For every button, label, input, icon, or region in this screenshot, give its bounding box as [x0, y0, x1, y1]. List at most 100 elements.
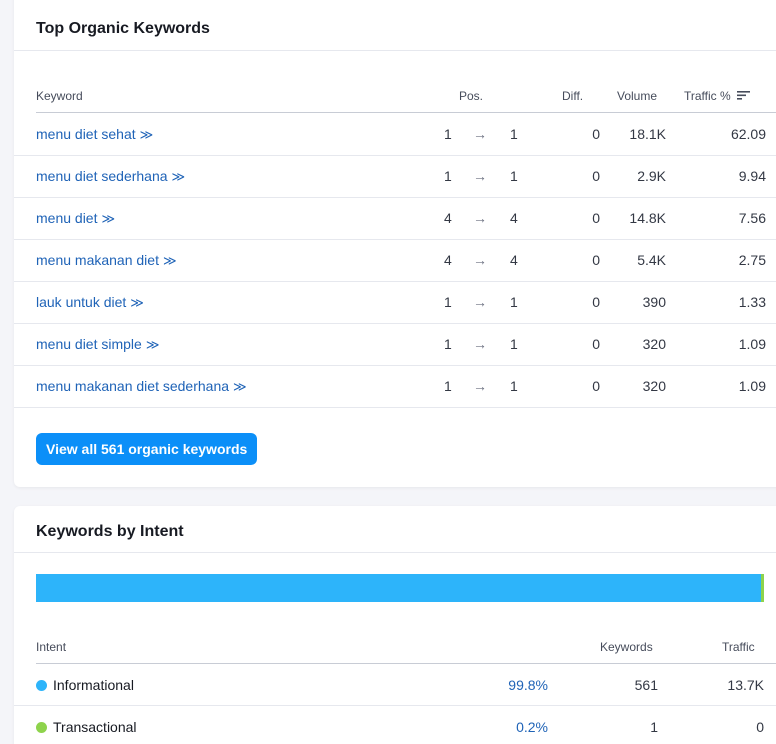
- search-volume: 14.8K: [629, 210, 666, 226]
- arrow-right-icon: →: [473, 126, 487, 142]
- column-intent-traffic: Traffic: [722, 640, 755, 654]
- keyword-link[interactable]: menu diet sehat ≫: [36, 126, 154, 143]
- column-traffic-label: Traffic %: [684, 89, 731, 103]
- position-current: 1: [510, 168, 518, 184]
- keyword-difficulty: 0: [592, 252, 600, 268]
- chevron-right-double-icon[interactable]: ≫: [163, 253, 177, 268]
- position-current: 1: [510, 336, 518, 352]
- column-traffic[interactable]: Traffic %: [684, 89, 751, 103]
- table-row: lauk untuk diet ≫ 1 → 1 0 390 1.33: [14, 282, 776, 324]
- keyword-text[interactable]: menu makanan diet sederhana: [36, 378, 229, 394]
- intent-percent[interactable]: 0.2%: [484, 719, 548, 735]
- top-organic-keywords-title: Top Organic Keywords: [36, 20, 210, 37]
- search-volume: 2.9K: [637, 168, 666, 184]
- keyword-link[interactable]: menu makanan diet ≫: [36, 252, 177, 269]
- keyword-text[interactable]: lauk untuk diet: [36, 294, 126, 310]
- keywords-by-intent-title: Keywords by Intent: [36, 523, 184, 540]
- arrow-right-icon: →: [473, 378, 487, 394]
- arrow-right-icon: →: [473, 336, 487, 352]
- intent-keywords-count: 561: [634, 677, 658, 693]
- keyword-text[interactable]: menu diet simple: [36, 336, 142, 352]
- intent-dot-icon: [36, 722, 47, 733]
- intent-traffic: 0: [756, 719, 764, 735]
- intent-label: Transactional: [53, 719, 137, 735]
- chevron-right-double-icon[interactable]: ≫: [130, 295, 144, 310]
- column-diff[interactable]: Diff.: [562, 89, 583, 103]
- arrow-right-icon: →: [473, 168, 487, 184]
- table-row: menu diet ≫ 4 → 4 0 14.8K 7.56: [14, 198, 776, 240]
- keyword-text[interactable]: menu diet: [36, 210, 97, 226]
- arrow-right-icon: →: [473, 294, 487, 310]
- keyword-link[interactable]: menu diet ≫: [36, 210, 115, 227]
- intent-distribution-bar[interactable]: [36, 574, 764, 602]
- traffic-percent: 7.56: [738, 210, 766, 226]
- traffic-percent: 1.33: [738, 294, 766, 310]
- card-divider: [14, 50, 776, 51]
- traffic-percent: 62.09: [730, 126, 766, 142]
- search-volume: 390: [642, 294, 666, 310]
- chevron-right-double-icon[interactable]: ≫: [146, 337, 160, 352]
- position-current: 1: [510, 126, 518, 142]
- chevron-right-double-icon[interactable]: ≫: [140, 127, 154, 142]
- table-row: menu diet sehat ≫ 1 → 1 0 18.1K 62.09: [14, 114, 776, 156]
- keyword-text[interactable]: menu diet sederhana: [36, 168, 168, 184]
- keyword-text[interactable]: menu diet sehat: [36, 126, 136, 142]
- position-previous: 4: [444, 210, 452, 226]
- keyword-difficulty: 0: [592, 336, 600, 352]
- keyword-text[interactable]: menu makanan diet: [36, 252, 159, 268]
- position-previous: 1: [444, 378, 452, 394]
- table-row: Transactional 0.2% 1 0: [14, 706, 776, 744]
- intent-name: Informational: [36, 677, 134, 693]
- column-intent: Intent: [36, 640, 67, 654]
- traffic-percent: 9.94: [738, 168, 766, 184]
- column-volume[interactable]: Volume: [617, 89, 657, 103]
- position-previous: 4: [444, 252, 452, 268]
- search-volume: 18.1K: [629, 126, 666, 142]
- position-previous: 1: [444, 168, 452, 184]
- card-divider: [14, 552, 776, 553]
- top-organic-keywords-card: Top Organic Keywords Keyword Pos. Diff. …: [14, 0, 776, 487]
- arrow-right-icon: →: [473, 252, 487, 268]
- search-volume: 320: [642, 378, 666, 394]
- column-keyword[interactable]: Keyword: [36, 89, 83, 103]
- search-volume: 320: [642, 336, 666, 352]
- traffic-percent: 1.09: [738, 378, 766, 394]
- keyword-difficulty: 0: [592, 126, 600, 142]
- table-row: menu makanan diet sederhana ≫ 1 → 1 0 320 1.09: [14, 366, 776, 408]
- intent-keywords-count: 1: [650, 719, 658, 735]
- column-keywords: Keywords: [600, 640, 653, 654]
- position-previous: 1: [444, 294, 452, 310]
- table-row: menu diet sederhana ≫ 1 → 1 0 2.9K 9.94: [14, 156, 776, 198]
- keyword-difficulty: 0: [592, 378, 600, 394]
- keywords-table-header: Keyword Pos. Diff. Volume Traffic %: [36, 75, 776, 113]
- intent-percent[interactable]: 99.8%: [484, 677, 548, 693]
- traffic-percent: 2.75: [738, 252, 766, 268]
- intent-name: Transactional: [36, 719, 137, 735]
- keyword-link[interactable]: menu diet sederhana ≫: [36, 168, 186, 185]
- arrow-right-icon: →: [473, 210, 487, 226]
- intent-bar-transactional-segment[interactable]: [761, 574, 764, 602]
- table-row: Informational 99.8% 561 13.7K: [14, 664, 776, 706]
- position-previous: 1: [444, 126, 452, 142]
- column-pos[interactable]: Pos.: [459, 89, 483, 103]
- intent-label: Informational: [53, 677, 134, 693]
- keyword-link[interactable]: menu diet simple ≫: [36, 336, 160, 353]
- keyword-link[interactable]: lauk untuk diet ≫: [36, 294, 144, 311]
- view-all-keywords-button[interactable]: View all 561 organic keywords: [36, 433, 258, 465]
- chevron-right-double-icon[interactable]: ≫: [101, 211, 115, 226]
- table-row: menu diet simple ≫ 1 → 1 0 320 1.09: [14, 324, 776, 366]
- keyword-difficulty: 0: [592, 168, 600, 184]
- sort-descending-icon[interactable]: [737, 90, 751, 100]
- traffic-percent: 1.09: [738, 336, 766, 352]
- position-current: 1: [510, 294, 518, 310]
- keywords-by-intent-card: Keywords by Intent Intent Keywords Traff…: [14, 506, 776, 744]
- keyword-difficulty: 0: [592, 210, 600, 226]
- search-volume: 5.4K: [637, 252, 666, 268]
- keyword-difficulty: 0: [592, 294, 600, 310]
- table-row: menu makanan diet ≫ 4 → 4 0 5.4K 2.75: [14, 240, 776, 282]
- keyword-link[interactable]: menu makanan diet sederhana ≫: [36, 378, 247, 395]
- position-previous: 1: [444, 336, 452, 352]
- chevron-right-double-icon[interactable]: ≫: [233, 379, 247, 394]
- chevron-right-double-icon[interactable]: ≫: [172, 169, 186, 184]
- intent-dot-icon: [36, 680, 47, 691]
